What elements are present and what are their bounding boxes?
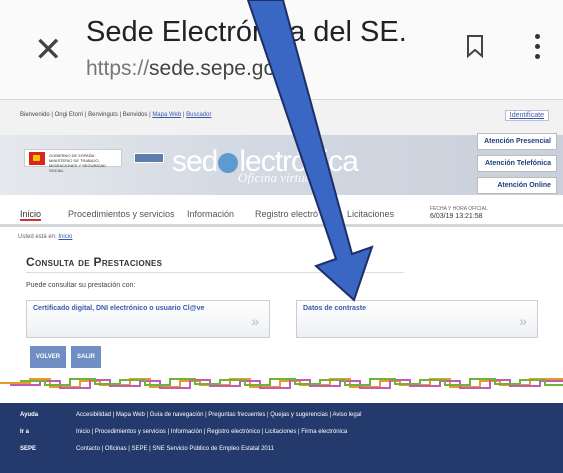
volver-button[interactable]: VOLVER bbox=[30, 346, 66, 368]
ministry-text: GOBIERNO DE ESPAÑA · MINISTERIO DE TRABA… bbox=[49, 153, 106, 173]
tab-inicio[interactable]: Inicio bbox=[20, 209, 42, 221]
site-footer: Ayuda Accesibilidad | Mapa Web | Guía de … bbox=[0, 403, 563, 473]
date-value: 6/03/19 13:21:58 bbox=[430, 213, 483, 220]
footer-key: Ayuda bbox=[20, 412, 39, 418]
sepe-site: Bienvenido | Ongi Etorri | Benvinguts | … bbox=[0, 100, 563, 473]
tab-procedimientos[interactable]: Procedimientos y servicios bbox=[68, 209, 175, 219]
government-logo: GOBIERNO DE ESPAÑA · MINISTERIO DE TRABA… bbox=[24, 149, 122, 173]
coat-of-arms-icon bbox=[29, 152, 45, 165]
buscador-link[interactable]: Buscador bbox=[186, 112, 211, 118]
identificate-button[interactable]: Identifícate bbox=[504, 110, 549, 121]
footer-key: SEPE bbox=[20, 446, 37, 452]
main-nav: Inicio Procedimientos y servicios Inform… bbox=[0, 203, 563, 227]
footer-links[interactable]: Contacto | Oficinas | SEPE | SNE Servici… bbox=[76, 446, 274, 452]
tab-registro[interactable]: Registro electró bbox=[255, 209, 318, 219]
certificado-option-label: Certificado digital, DNI electrónico o u… bbox=[33, 305, 205, 312]
footer-links[interactable]: Inicio | Procedimientos y servicios | In… bbox=[76, 429, 347, 435]
top-utility-bar: Bienvenido | Ongi Etorri | Benvinguts | … bbox=[0, 100, 563, 135]
mapa-web-link[interactable]: Mapa Web bbox=[152, 112, 181, 118]
sepe-logo bbox=[134, 153, 164, 163]
datos-contraste-option-button[interactable]: Datos de contraste » bbox=[296, 300, 538, 338]
url-scheme: https:// bbox=[86, 57, 150, 80]
official-date: FECHA Y HORA OFICIAL 6/03/19 13:21:58 bbox=[430, 206, 488, 221]
header-banner: GOBIERNO DE ESPAÑA · MINISTERIO DE TRABA… bbox=[0, 133, 563, 195]
atencion-presencial-link[interactable]: Atención Presencial bbox=[477, 133, 557, 150]
page-title: Sede Electrónica del SE... bbox=[86, 16, 406, 48]
url-display[interactable]: https://sede.sepe.gob. bbox=[86, 57, 346, 81]
chevron-right-icon: » bbox=[519, 313, 527, 329]
tab-informacion[interactable]: Información bbox=[187, 209, 234, 219]
oficina-virtual-text: Oficina virtual bbox=[238, 170, 315, 185]
footer-links[interactable]: Accesibilidad | Mapa Web | Guía de naveg… bbox=[76, 412, 361, 418]
logo-e-icon bbox=[218, 153, 239, 174]
chevron-right-icon: » bbox=[251, 313, 259, 329]
salir-button[interactable]: SALIR bbox=[71, 346, 101, 368]
intro-text: Puede consultar su prestación con: bbox=[26, 282, 136, 289]
language-list[interactable]: Bienvenido | Ongi Etorri | Benvinguts | … bbox=[20, 112, 151, 118]
footer-key: Ir a bbox=[20, 429, 30, 435]
atencion-online-link[interactable]: Atención Online bbox=[477, 177, 557, 194]
url-host: sede.sepe.gob. bbox=[149, 57, 293, 80]
tab-licitaciones[interactable]: Licitaciones bbox=[347, 209, 394, 219]
logo-text-a: sed bbox=[172, 145, 218, 178]
footer-row-ayuda: Ayuda Accesibilidad | Mapa Web | Guía de … bbox=[20, 412, 361, 418]
more-menu-icon[interactable] bbox=[535, 34, 541, 62]
decorative-border bbox=[0, 378, 563, 389]
footer-row-ir-a: Ir a Inicio | Procedimientos y servicios … bbox=[20, 429, 347, 435]
breadcrumb-prefix: Usted está en: bbox=[18, 234, 57, 240]
datos-contraste-label: Datos de contraste bbox=[303, 305, 367, 312]
browser-toolbar: ✕ Sede Electrónica del SE... https://sed… bbox=[0, 0, 563, 100]
footer-row-sepe: SEPE Contacto | Oficinas | SEPE | SNE Ser… bbox=[20, 446, 274, 452]
close-icon[interactable]: ✕ bbox=[34, 30, 63, 70]
certificado-option-button[interactable]: Certificado digital, DNI electrónico o u… bbox=[26, 300, 270, 338]
bookmark-icon[interactable] bbox=[466, 34, 484, 58]
atencion-telefonica-link[interactable]: Atención Telefónica bbox=[477, 155, 557, 172]
heading-divider bbox=[26, 272, 404, 273]
section-heading: Consulta de Prestaciones bbox=[26, 255, 163, 269]
breadcrumb-inicio-link[interactable]: Inicio bbox=[58, 234, 72, 240]
date-label: FECHA Y HORA OFICIAL bbox=[430, 206, 488, 212]
breadcrumb: Usted está en: Inicio bbox=[18, 234, 72, 240]
language-links[interactable]: Bienvenido | Ongi Etorri | Benvinguts | … bbox=[20, 112, 211, 118]
